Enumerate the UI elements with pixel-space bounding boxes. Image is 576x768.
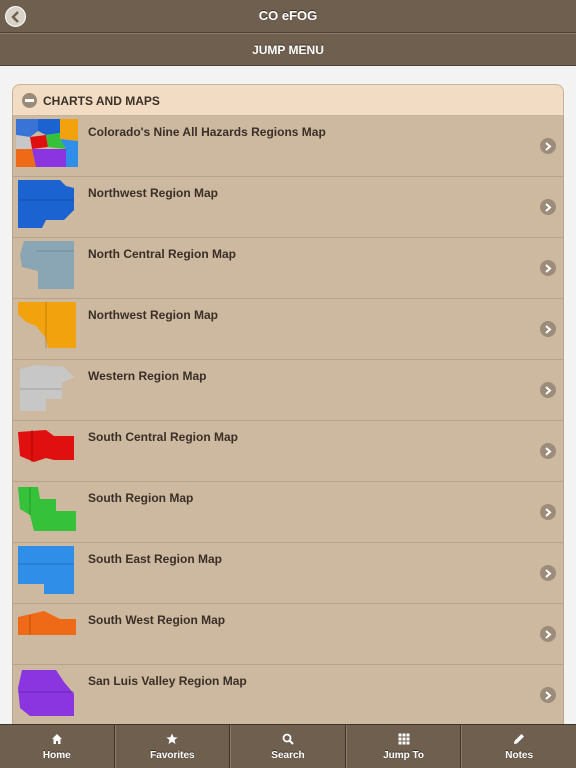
- map-thumbnail: [20, 241, 74, 289]
- list-item[interactable]: San Luis Valley Region Map: [12, 665, 564, 724]
- list-item-label: Northwest Region Map: [88, 308, 219, 322]
- tab-notes[interactable]: Notes: [461, 725, 576, 768]
- minus-icon: [22, 93, 37, 108]
- chevron-right-icon: [540, 321, 556, 337]
- tab-label: Jump To: [383, 750, 425, 761]
- tab-label: Notes: [505, 750, 534, 761]
- chevron-right-icon: [540, 626, 556, 642]
- list-item[interactable]: South Region Map: [12, 482, 564, 543]
- app-title: CO eFOG: [258, 8, 318, 23]
- star-icon: [166, 733, 178, 744]
- chevron-right-icon: [540, 382, 556, 398]
- jump-menu-bar: JUMP MENU: [0, 33, 576, 66]
- list-item[interactable]: North Central Region Map: [12, 238, 564, 299]
- list-item-label: South Region Map: [88, 491, 194, 505]
- list-item[interactable]: Colorado's Nine All Hazards Regions Map: [12, 116, 564, 177]
- map-thumbnail: [18, 302, 76, 348]
- map-thumbnail: [18, 487, 76, 531]
- map-thumbnail: [18, 430, 74, 462]
- bottom-tab-bar: Home Favorites Search Jump To Notes: [0, 724, 576, 768]
- list-item-label: North Central Region Map: [88, 247, 237, 261]
- list-item[interactable]: Northwest Region Map: [12, 299, 564, 360]
- list-item-label: South West Region Map: [88, 613, 226, 627]
- list-item-label: South East Region Map: [88, 552, 223, 566]
- map-thumbnail: [20, 365, 74, 411]
- list-item[interactable]: South West Region Map: [12, 604, 564, 665]
- chevron-right-icon: [540, 138, 556, 154]
- tab-jump-to[interactable]: Jump To: [345, 725, 462, 768]
- tab-label: Favorites: [150, 750, 195, 761]
- tab-home[interactable]: Home: [0, 725, 115, 768]
- chevron-right-icon: [540, 443, 556, 459]
- chevron-right-icon: [540, 504, 556, 520]
- list-item[interactable]: Northwest Region Map: [12, 177, 564, 238]
- content-area: CHARTS AND MAPS Colorado's Nine All Haza…: [0, 66, 576, 724]
- tab-search[interactable]: Search: [230, 725, 346, 768]
- chevron-right-icon: [540, 565, 556, 581]
- jump-menu-title: JUMP MENU: [252, 43, 324, 57]
- map-thumbnail: [18, 546, 74, 594]
- map-thumbnail: [18, 670, 74, 716]
- top-bar: CO eFOG: [0, 0, 576, 33]
- map-thumbnail: [18, 180, 74, 228]
- grid-icon: [398, 733, 410, 745]
- map-thumbnail: [18, 611, 76, 635]
- tab-label: Search: [271, 750, 305, 761]
- chevron-right-icon: [540, 199, 556, 215]
- list-item[interactable]: South East Region Map: [12, 543, 564, 604]
- list-item-label: South Central Region Map: [88, 430, 238, 444]
- tab-favorites[interactable]: Favorites: [114, 725, 231, 768]
- list-item-label: Western Region Map: [88, 369, 207, 383]
- chevron-right-icon: [540, 687, 556, 703]
- list-item-label: Colorado's Nine All Hazards Regions Map: [88, 125, 326, 139]
- list-item-label: San Luis Valley Region Map: [88, 674, 247, 688]
- list-item[interactable]: South Central Region Map: [12, 421, 564, 482]
- search-icon: [282, 733, 294, 745]
- list-item[interactable]: Western Region Map: [12, 360, 564, 421]
- section-title: CHARTS AND MAPS: [43, 94, 160, 108]
- list-item-label: Northwest Region Map: [88, 186, 219, 200]
- tab-label: Home: [42, 750, 71, 761]
- map-thumbnail: [16, 119, 78, 167]
- map-list: Colorado's Nine All Hazards Regions Map …: [12, 116, 564, 724]
- charts-and-maps-header[interactable]: CHARTS AND MAPS: [12, 84, 564, 116]
- home-icon: [51, 734, 62, 744]
- pencil-icon: [514, 734, 525, 744]
- chevron-right-icon: [540, 260, 556, 276]
